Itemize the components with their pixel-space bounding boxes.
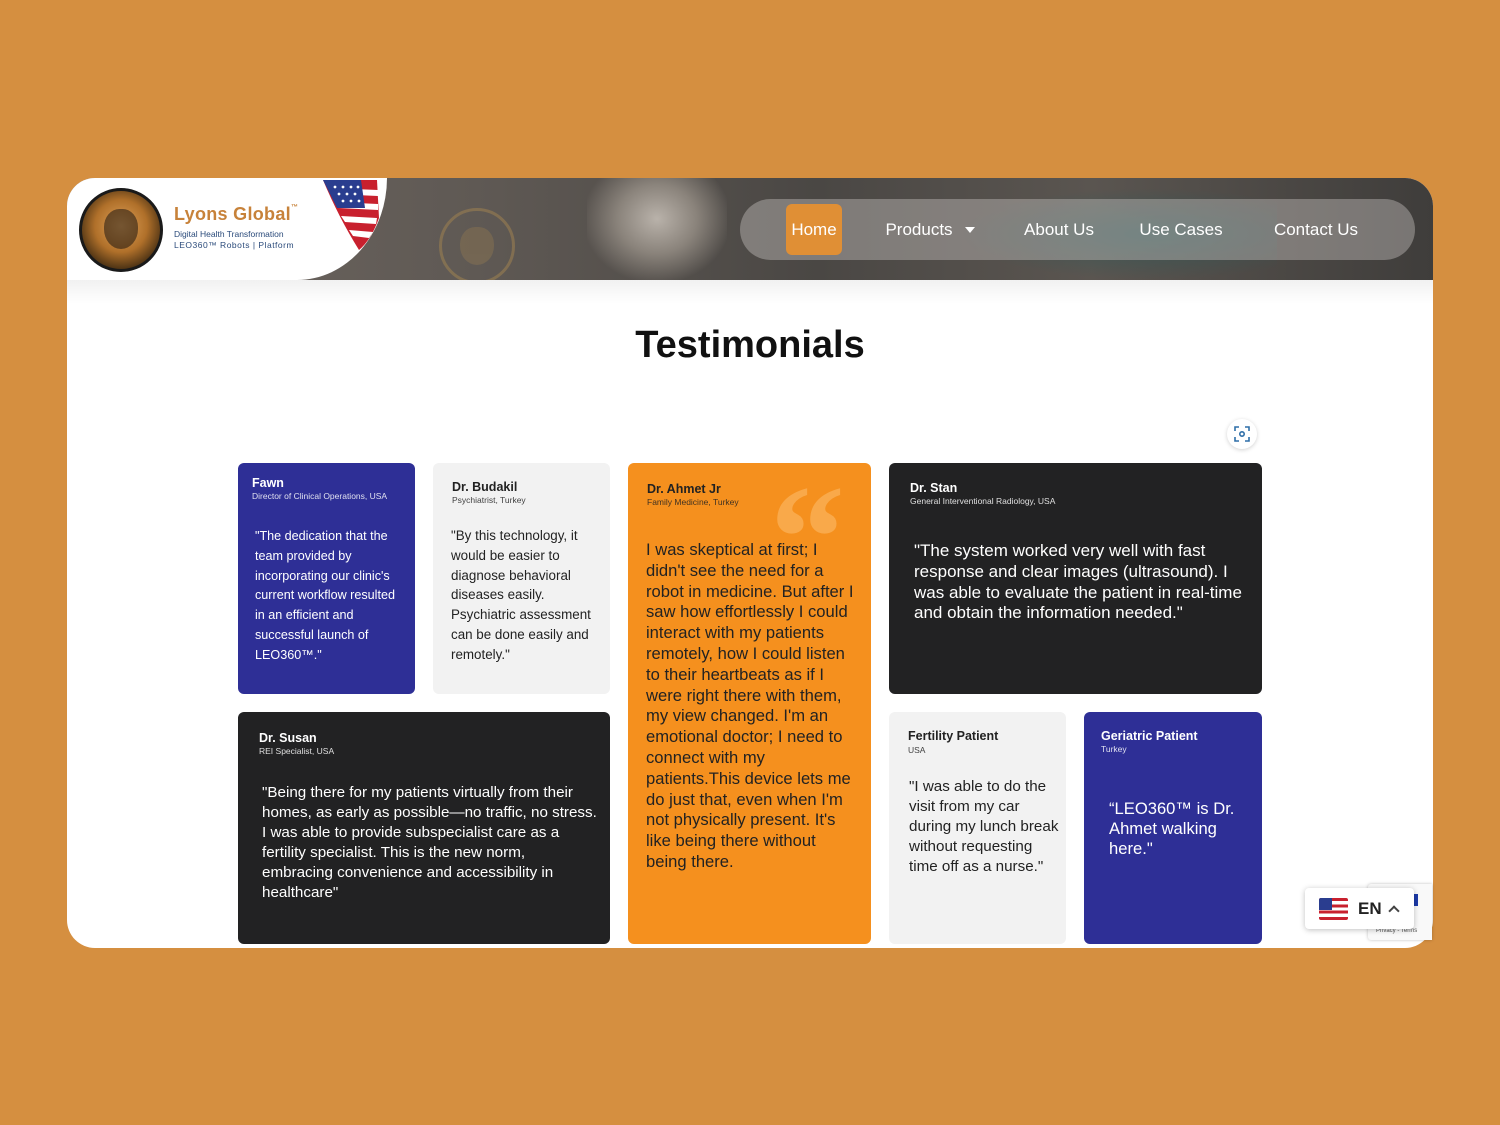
testimonial-role: Family Medicine, Turkey (647, 497, 739, 507)
testimonial-quote: "I was able to do the visit from my car … (909, 778, 1059, 875)
nav-home[interactable]: Home (786, 204, 842, 255)
header-shadow (67, 280, 1433, 304)
testimonial-quote: "Being there for my patients virtually f… (262, 784, 597, 901)
chevron-up-icon (1387, 904, 1400, 917)
site-header: Lyons Global™ Digital Health Transformat… (67, 178, 1433, 284)
testimonial-name: Geriatric Patient (1101, 729, 1198, 743)
testimonial-role: REI Specialist, USA (259, 746, 335, 756)
nav-about-us[interactable]: About Us (1023, 204, 1095, 255)
testimonial-name: Dr. Budakil (452, 480, 518, 494)
brand-name: Lyons Global™ (174, 204, 299, 224)
testimonial-quote: "The system worked very well with fast r… (914, 541, 1242, 623)
testimonial-name: Dr. Susan (259, 731, 317, 745)
header-background-robot (587, 178, 727, 280)
brand-tagline: Digital Health Transformation (174, 229, 284, 239)
lion-logo-icon (79, 188, 163, 272)
testimonial-name: Dr. Stan (910, 481, 958, 495)
browser-window: Lyons Global™ Digital Health Transformat… (67, 178, 1433, 948)
testimonial-role: USA (908, 745, 926, 755)
testimonial-card-dr-susan: Dr. Susan REI Specialist, USA "Being the… (238, 712, 610, 944)
testimonial-quote: I was skeptical at first; I didn't see t… (646, 540, 854, 871)
testimonial-role: Psychiatrist, Turkey (452, 495, 526, 505)
testimonial-card-dr-stan: Dr. Stan General Interventional Radiolog… (889, 463, 1262, 694)
page-title: Testimonials (635, 324, 865, 366)
nav-products[interactable]: Products (882, 204, 978, 255)
testimonial-card-dr-ahmet-jr: “ Dr. Ahmet Jr Family Medicine, Turkey I… (628, 463, 871, 944)
language-switcher[interactable]: EN (1305, 888, 1414, 929)
nav-contact-us[interactable]: Contact Us (1271, 204, 1361, 255)
testimonial-quote: "By this technology, it would be easier … (451, 528, 591, 662)
testimonial-card-dr-budakil: Dr. Budakil Psychiatrist, Turkey "By thi… (433, 463, 610, 694)
testimonial-name: Fertility Patient (908, 729, 999, 743)
focus-icon (1234, 426, 1250, 442)
testimonial-card-fawn: Fawn Director of Clinical Operations, US… (238, 463, 415, 694)
focus-mode-button[interactable] (1227, 419, 1257, 449)
recaptcha-icon (1414, 894, 1418, 906)
testimonial-role: Director of Clinical Operations, USA (252, 491, 388, 501)
caret-down-icon (964, 226, 975, 233)
nav-products-label: Products (885, 219, 953, 239)
testimonial-quote: “LEO360™ is Dr. Ahmet walking here." (1109, 799, 1235, 858)
testimonial-name: Dr. Ahmet Jr (647, 482, 721, 496)
testimonial-card-geriatric-patient: Geriatric Patient Turkey “LEO360™ is Dr.… (1084, 712, 1262, 944)
testimonial-role: Turkey (1101, 744, 1127, 754)
us-flag-icon (323, 180, 379, 250)
testimonial-quote: "The dedication that the team provided b… (255, 529, 395, 662)
brand-subtitle: LEO360™ Robots | Platform (174, 240, 295, 250)
testimonial-card-fertility-patient: Fertility Patient USA "I was able to do … (889, 712, 1066, 944)
us-flag-icon (1319, 897, 1348, 920)
logo-panel[interactable]: Lyons Global™ Digital Health Transformat… (67, 178, 387, 280)
language-code: EN (1358, 898, 1382, 918)
main-nav: Home Products About Us Use Cases Contact… (740, 199, 1415, 260)
nav-use-cases[interactable]: Use Cases (1138, 204, 1224, 255)
testimonial-name: Fawn (252, 476, 284, 490)
header-lion-seal (439, 208, 515, 284)
testimonial-role: General Interventional Radiology, USA (910, 496, 1056, 506)
